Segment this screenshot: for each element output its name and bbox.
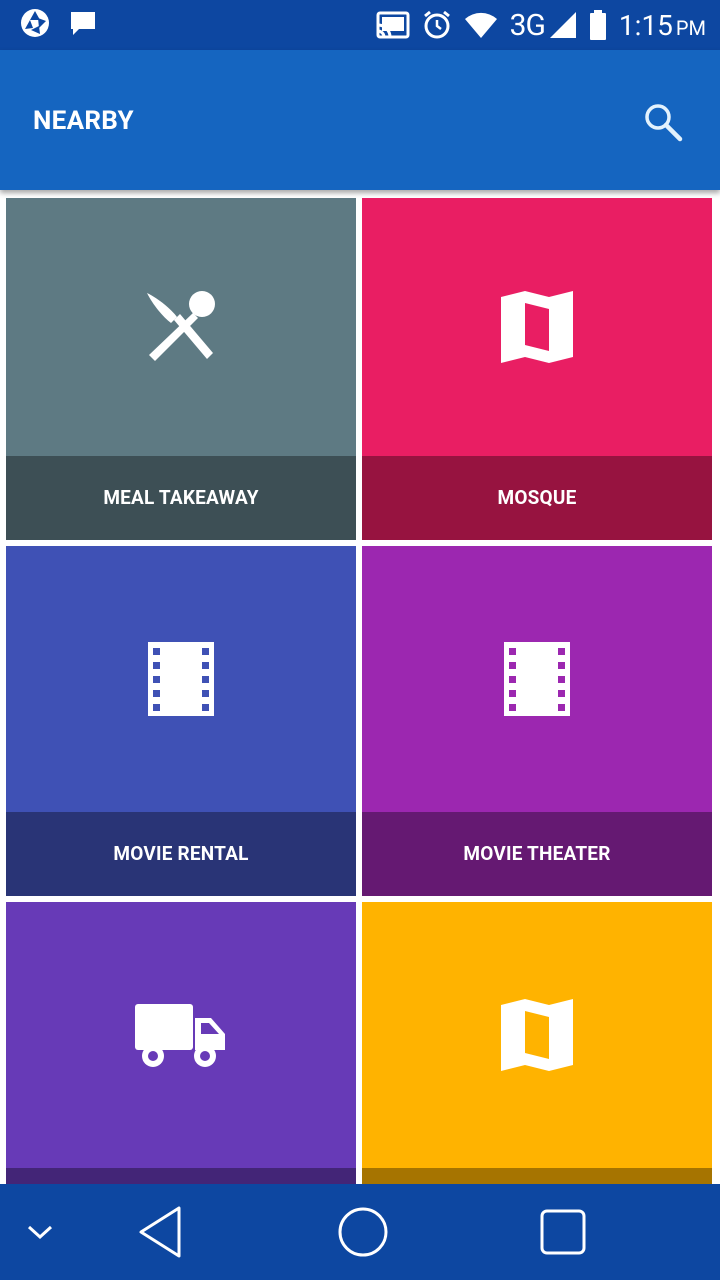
aperture-icon — [20, 8, 50, 42]
clock: 1:15 PM — [618, 8, 706, 42]
film-icon — [148, 642, 214, 716]
tile-label — [6, 1168, 356, 1184]
app-bar: NEARBY — [0, 50, 720, 190]
restaurant-icon — [147, 291, 215, 361]
recents-button[interactable] — [535, 1184, 591, 1280]
tile-meal-takeaway[interactable]: MEAL TAKEAWAY — [6, 198, 356, 540]
home-icon — [338, 1207, 388, 1257]
film-icon — [504, 642, 570, 716]
truck-icon — [135, 1004, 225, 1067]
chevron-down-icon — [27, 1225, 53, 1240]
signal-icon — [549, 11, 577, 39]
alarm-icon — [422, 10, 452, 40]
search-icon — [645, 104, 683, 142]
tile-label: MOSQUE — [362, 456, 712, 540]
page-title: NEARBY — [33, 106, 134, 136]
tile-label — [362, 1168, 712, 1184]
tile-moving-company[interactable] — [6, 902, 356, 1184]
tile-movie-theater[interactable]: MOVIE THEATER — [362, 546, 712, 896]
search-button[interactable] — [641, 100, 685, 144]
map-icon — [501, 291, 573, 363]
status-bar: 3G 1:15 PM — [0, 0, 720, 50]
tile-museum[interactable] — [362, 902, 712, 1184]
hide-keyboard-button[interactable] — [20, 1184, 60, 1280]
tile-label: MEAL TAKEAWAY — [6, 456, 356, 540]
tile-label: MOVIE THEATER — [362, 812, 712, 896]
home-button[interactable] — [333, 1184, 393, 1280]
back-icon — [139, 1206, 181, 1258]
recents-icon — [540, 1209, 586, 1255]
wifi-icon — [464, 11, 498, 39]
tile-mosque[interactable]: MOSQUE — [362, 198, 712, 540]
category-grid: MEAL TAKEAWAY MOSQUE MOVIE RENTAL MOVIE … — [0, 190, 720, 1184]
chat-icon — [68, 8, 98, 42]
tile-label: MOVIE RENTAL — [6, 812, 356, 896]
cast-icon — [376, 11, 410, 39]
map-icon — [501, 999, 573, 1071]
battery-icon — [589, 10, 607, 40]
network-type: 3G — [509, 7, 546, 43]
back-button[interactable] — [130, 1184, 190, 1280]
tile-movie-rental[interactable]: MOVIE RENTAL — [6, 546, 356, 896]
navigation-bar — [0, 1184, 720, 1280]
